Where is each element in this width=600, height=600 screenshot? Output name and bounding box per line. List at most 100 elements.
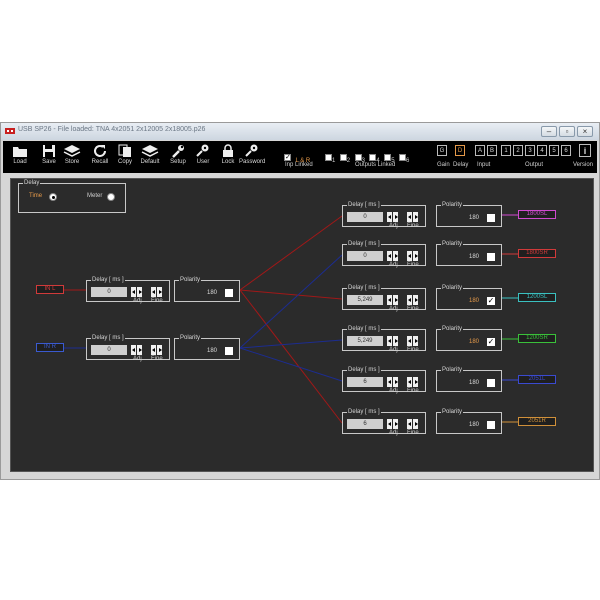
output-polarity-group: Polarity 180 xyxy=(436,408,502,434)
delay-value-field[interactable]: 6 xyxy=(347,419,383,429)
fine-up-arrow-icon[interactable] xyxy=(413,336,418,346)
delay-caption: Delay [ ms ] xyxy=(347,366,381,374)
delay-caption: Delay [ ms ] xyxy=(347,240,381,248)
adj-spinner[interactable] xyxy=(387,377,399,387)
polarity-value: 180 xyxy=(469,380,480,386)
fine-spinner[interactable] xyxy=(407,336,419,346)
fine-up-arrow-icon[interactable] xyxy=(413,377,418,387)
polarity-checkbox[interactable] xyxy=(487,379,495,387)
delay-value-field[interactable]: 5,249 xyxy=(347,295,383,305)
adj-spinner[interactable] xyxy=(387,419,399,429)
fine-up-arrow-icon[interactable] xyxy=(157,345,162,355)
polarity-checkbox[interactable] xyxy=(225,347,233,355)
polarity-caption: Polarity xyxy=(441,240,464,248)
adj-up-arrow-icon[interactable] xyxy=(393,419,398,429)
polarity-checkbox[interactable] xyxy=(487,338,495,346)
adj-label: Adj xyxy=(389,347,398,353)
fine-spinner[interactable] xyxy=(151,287,163,297)
polarity-caption: Polarity xyxy=(179,334,202,342)
time-radio[interactable] xyxy=(49,193,57,201)
delay-value-field[interactable]: 0 xyxy=(91,287,127,297)
delay-value-field[interactable]: 0 xyxy=(347,212,383,222)
adj-spinner[interactable] xyxy=(387,251,399,261)
fine-spinner[interactable] xyxy=(407,251,419,261)
adj-down-arrow-icon[interactable] xyxy=(131,345,136,355)
meter-radio[interactable] xyxy=(107,193,115,201)
adj-down-arrow-icon[interactable] xyxy=(387,295,392,305)
fine-spinner[interactable] xyxy=(407,419,419,429)
fine-down-arrow-icon[interactable] xyxy=(407,251,412,261)
output-tag: 2051R xyxy=(518,417,556,426)
input-delay-group: Delay [ ms ] 0 Adj Fine xyxy=(86,276,170,304)
polarity-caption: Polarity xyxy=(441,201,464,209)
adj-down-arrow-icon[interactable] xyxy=(387,377,392,387)
polarity-value: 180 xyxy=(469,298,480,304)
input-polarity-group: Polarity 180 xyxy=(174,276,240,302)
adj-up-arrow-icon[interactable] xyxy=(393,295,398,305)
fine-up-arrow-icon[interactable] xyxy=(413,419,418,429)
delay-value-field[interactable]: 5,249 xyxy=(347,336,383,346)
fine-down-arrow-icon[interactable] xyxy=(407,336,412,346)
adj-label: Adj xyxy=(389,388,398,394)
polarity-checkbox[interactable] xyxy=(487,253,495,261)
adj-spinner[interactable] xyxy=(387,336,399,346)
adj-spinner[interactable] xyxy=(131,345,143,355)
fine-down-arrow-icon[interactable] xyxy=(407,419,412,429)
polarity-value: 180 xyxy=(469,254,480,260)
fine-down-arrow-icon[interactable] xyxy=(407,377,412,387)
polarity-caption: Polarity xyxy=(441,408,464,416)
delay-value-field[interactable]: 0 xyxy=(347,251,383,261)
fine-down-arrow-icon[interactable] xyxy=(407,212,412,222)
fine-label: Fine xyxy=(407,223,419,229)
fine-spinner[interactable] xyxy=(151,345,163,355)
fine-down-arrow-icon[interactable] xyxy=(151,345,156,355)
delay-caption: Delay [ ms ] xyxy=(91,276,125,284)
adj-spinner[interactable] xyxy=(131,287,143,297)
route-link-left xyxy=(239,289,343,424)
adj-down-arrow-icon[interactable] xyxy=(387,251,392,261)
polarity-checkbox[interactable] xyxy=(487,214,495,222)
polarity-checkbox[interactable] xyxy=(225,289,233,297)
polarity-caption: Polarity xyxy=(441,325,464,333)
polarity-value: 180 xyxy=(469,422,480,428)
output-polarity-group: Polarity 180 xyxy=(436,284,502,310)
adj-spinner[interactable] xyxy=(387,295,399,305)
adj-down-arrow-icon[interactable] xyxy=(387,419,392,429)
delay-value-field[interactable]: 0 xyxy=(91,345,127,355)
fine-up-arrow-icon[interactable] xyxy=(413,212,418,222)
fine-down-arrow-icon[interactable] xyxy=(407,295,412,305)
polarity-value: 180 xyxy=(207,290,218,296)
adj-spinner[interactable] xyxy=(387,212,399,222)
fine-up-arrow-icon[interactable] xyxy=(413,295,418,305)
delay-value-field[interactable]: 6 xyxy=(347,377,383,387)
route-link-right xyxy=(239,339,343,349)
delay-mode-caption: Delay xyxy=(23,179,41,187)
fine-up-arrow-icon[interactable] xyxy=(413,251,418,261)
fine-up-arrow-icon[interactable] xyxy=(157,287,162,297)
adj-down-arrow-icon[interactable] xyxy=(387,212,392,222)
fine-spinner[interactable] xyxy=(407,295,419,305)
adj-label: Adj xyxy=(389,430,398,436)
adj-up-arrow-icon[interactable] xyxy=(137,345,142,355)
adj-down-arrow-icon[interactable] xyxy=(131,287,136,297)
delay-caption: Delay [ ms ] xyxy=(91,334,125,342)
adj-down-arrow-icon[interactable] xyxy=(387,336,392,346)
adj-label: Adj xyxy=(389,223,398,229)
delay-caption: Delay [ ms ] xyxy=(347,284,381,292)
adj-up-arrow-icon[interactable] xyxy=(393,251,398,261)
adj-up-arrow-icon[interactable] xyxy=(393,336,398,346)
polarity-checkbox[interactable] xyxy=(487,297,495,305)
adj-up-arrow-icon[interactable] xyxy=(393,212,398,222)
fine-spinner[interactable] xyxy=(407,212,419,222)
fine-label: Fine xyxy=(151,298,163,304)
fine-label: Fine xyxy=(407,306,419,312)
polarity-value: 180 xyxy=(207,348,218,354)
adj-up-arrow-icon[interactable] xyxy=(393,377,398,387)
input-polarity-group: Polarity 180 xyxy=(174,334,240,360)
fine-down-arrow-icon[interactable] xyxy=(151,287,156,297)
fine-label: Fine xyxy=(151,356,163,362)
fine-spinner[interactable] xyxy=(407,377,419,387)
polarity-value: 180 xyxy=(469,339,480,345)
polarity-checkbox[interactable] xyxy=(487,421,495,429)
adj-up-arrow-icon[interactable] xyxy=(137,287,142,297)
